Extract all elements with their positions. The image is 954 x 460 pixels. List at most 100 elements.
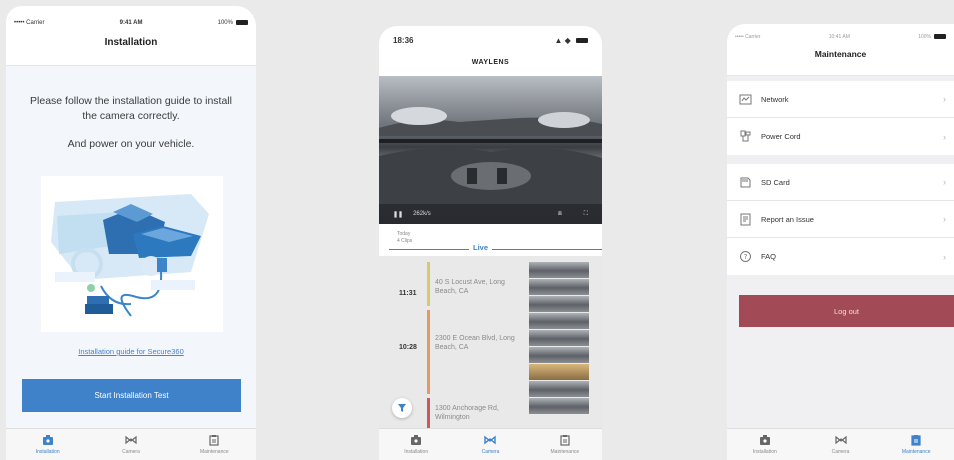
tab-label: Installation bbox=[752, 449, 777, 455]
tab-label: Camera bbox=[122, 449, 140, 455]
status-bar: ••••• Carrier 10:41 AM 100% bbox=[727, 24, 954, 44]
maintenance-header: ••••• Carrier 10:41 AM 100% Maintenance bbox=[727, 24, 954, 76]
power-cord-icon bbox=[740, 130, 751, 142]
page-title: WAYLENS bbox=[471, 59, 510, 66]
clip-location: 1300 Anchorage Rd, Wilmington bbox=[435, 405, 499, 421]
live-indicator-line bbox=[389, 249, 602, 250]
status-icons: ▲ ◆ bbox=[554, 36, 588, 45]
sd-card-row[interactable]: SD Card › bbox=[727, 164, 954, 201]
filter-icon bbox=[398, 404, 406, 412]
battery-icon bbox=[235, 19, 248, 25]
report-icon bbox=[740, 213, 751, 225]
tab-installation[interactable]: Installation bbox=[379, 429, 453, 460]
bitrate-label: 262k/s bbox=[413, 211, 431, 217]
clip-location: 2300 E Ocean Blvd, Long Beach, CA bbox=[435, 335, 515, 351]
camera-box-icon bbox=[759, 435, 770, 445]
timeline-header: Today 4 Clips Live bbox=[379, 229, 602, 255]
tab-label: Maintenance bbox=[550, 449, 580, 455]
faq-row[interactable]: ? FAQ › bbox=[727, 238, 954, 275]
report-issue-row[interactable]: Report an Issue › bbox=[727, 201, 954, 238]
filter-button[interactable] bbox=[392, 398, 412, 418]
carrier-label: ••••• Carrier bbox=[735, 34, 761, 40]
aspect-icon[interactable]: ⧈ bbox=[558, 211, 562, 218]
tab-maintenance[interactable]: Maintenance bbox=[173, 429, 256, 460]
tab-maintenance[interactable]: Maintenance bbox=[528, 429, 602, 460]
tab-bar: Installation Camera Maintenance bbox=[6, 428, 256, 460]
logout-button[interactable]: Log out bbox=[739, 295, 954, 327]
tab-camera[interactable]: Camera bbox=[453, 429, 527, 460]
page-title: Installation bbox=[104, 37, 158, 48]
installation-header: ••••• Carrier 9:41 AM 100% Installation bbox=[6, 6, 256, 66]
clip-thumbnail[interactable] bbox=[529, 381, 589, 397]
tab-label: Installation bbox=[404, 449, 429, 455]
carrier-label: ••••• Carrier bbox=[14, 20, 45, 26]
row-label: FAQ bbox=[761, 252, 777, 261]
pause-icon[interactable]: ❚❚ bbox=[393, 211, 403, 218]
link-icon bbox=[834, 435, 847, 445]
fullscreen-icon[interactable]: ⛶ bbox=[584, 211, 588, 218]
power-cord-row[interactable]: Power Cord › bbox=[727, 118, 954, 155]
network-icon bbox=[739, 94, 752, 104]
live-video-player[interactable]: ❚❚ 262k/s ⧈ ⛶ bbox=[379, 76, 602, 224]
chevron-right-icon: › bbox=[943, 131, 946, 142]
clipboard-icon bbox=[560, 435, 570, 446]
clip-timeline-bar bbox=[427, 398, 430, 428]
player-controls: ❚❚ 262k/s ⧈ ⛶ bbox=[379, 204, 602, 224]
row-label: Network bbox=[761, 94, 789, 104]
settings-group-2: SD Card › Report an Issue › ? FAQ › bbox=[727, 164, 954, 275]
clip-thumbnail[interactable] bbox=[529, 364, 589, 380]
tab-label: Camera bbox=[481, 449, 500, 455]
start-installation-test-button[interactable]: Start Installation Test bbox=[22, 379, 241, 412]
tab-camera[interactable]: Camera bbox=[89, 429, 172, 460]
tab-label: Maintenance bbox=[200, 449, 229, 455]
clip-thumbnail[interactable] bbox=[529, 313, 589, 329]
svg-text:?: ? bbox=[744, 253, 748, 261]
question-icon: ? bbox=[740, 251, 751, 262]
installation-illustration bbox=[41, 176, 223, 332]
tab-installation[interactable]: Installation bbox=[727, 429, 803, 460]
row-label: Power Cord bbox=[761, 132, 801, 141]
clock: 9:41 AM bbox=[119, 20, 143, 26]
maintenance-screen: ••••• Carrier 10:41 AM 100% Maintenance … bbox=[727, 24, 954, 460]
row-label: Report an Issue bbox=[761, 214, 814, 224]
installation-guide-link[interactable]: Installation guide for Secure360 bbox=[6, 347, 256, 356]
camera-box-icon bbox=[42, 435, 53, 445]
clip-thumbnail[interactable] bbox=[529, 296, 589, 312]
link-icon bbox=[484, 435, 497, 445]
sd-card-icon bbox=[740, 177, 751, 187]
instruction-text: Please follow the installation guide to … bbox=[30, 95, 232, 122]
clip-thumbnail[interactable] bbox=[529, 347, 589, 363]
settings-group-1: Network › Power Cord › bbox=[727, 81, 954, 155]
battery-icon bbox=[933, 34, 946, 40]
tab-maintenance[interactable]: Maintenance bbox=[878, 429, 954, 460]
chevron-right-icon: › bbox=[943, 214, 946, 224]
link-icon bbox=[125, 435, 137, 445]
clip-thumbnail[interactable] bbox=[529, 279, 589, 295]
clip-thumbnail[interactable] bbox=[529, 330, 589, 346]
power-instruction-text: And power on your vehicle. bbox=[67, 138, 195, 150]
tab-label: Installation bbox=[35, 449, 60, 455]
camera-box-icon bbox=[411, 435, 422, 445]
clipboard-icon bbox=[911, 435, 921, 446]
tab-camera[interactable]: Camera bbox=[803, 429, 879, 460]
clip-list: 11:31 40 S Locust Ave, Long Beach, CA 10… bbox=[379, 256, 602, 428]
clock: 10:41 AM bbox=[828, 34, 850, 40]
camera-screen: 18:36 ▲ ◆ WAYLENS ❚❚ 262k/s ⧈ ⛶ Today 4 … bbox=[379, 26, 602, 460]
today-label: Today 4 Clips bbox=[397, 231, 413, 244]
chevron-right-icon: › bbox=[943, 94, 946, 104]
tab-bar: Installation Camera Maintenance bbox=[379, 428, 602, 460]
tab-installation[interactable]: Installation bbox=[6, 429, 89, 460]
clip-location: 40 S Locust Ave, Long Beach, CA bbox=[435, 279, 505, 295]
installation-screen: ••••• Carrier 9:41 AM 100% Installation … bbox=[6, 6, 256, 460]
clip-thumbnail[interactable] bbox=[529, 262, 589, 278]
tab-label: Maintenance bbox=[901, 449, 931, 455]
clip-thumbnail[interactable] bbox=[529, 398, 589, 414]
network-row[interactable]: Network › bbox=[727, 81, 954, 118]
status-bar: 18:36 ▲ ◆ bbox=[379, 26, 602, 48]
chevron-right-icon: › bbox=[943, 177, 946, 187]
battery-icon bbox=[576, 37, 588, 43]
tab-label: Camera bbox=[831, 449, 850, 455]
clip-thumbnails[interactable] bbox=[529, 262, 589, 415]
live-label[interactable]: Live bbox=[469, 243, 493, 252]
clip-timeline-bar bbox=[427, 262, 430, 306]
